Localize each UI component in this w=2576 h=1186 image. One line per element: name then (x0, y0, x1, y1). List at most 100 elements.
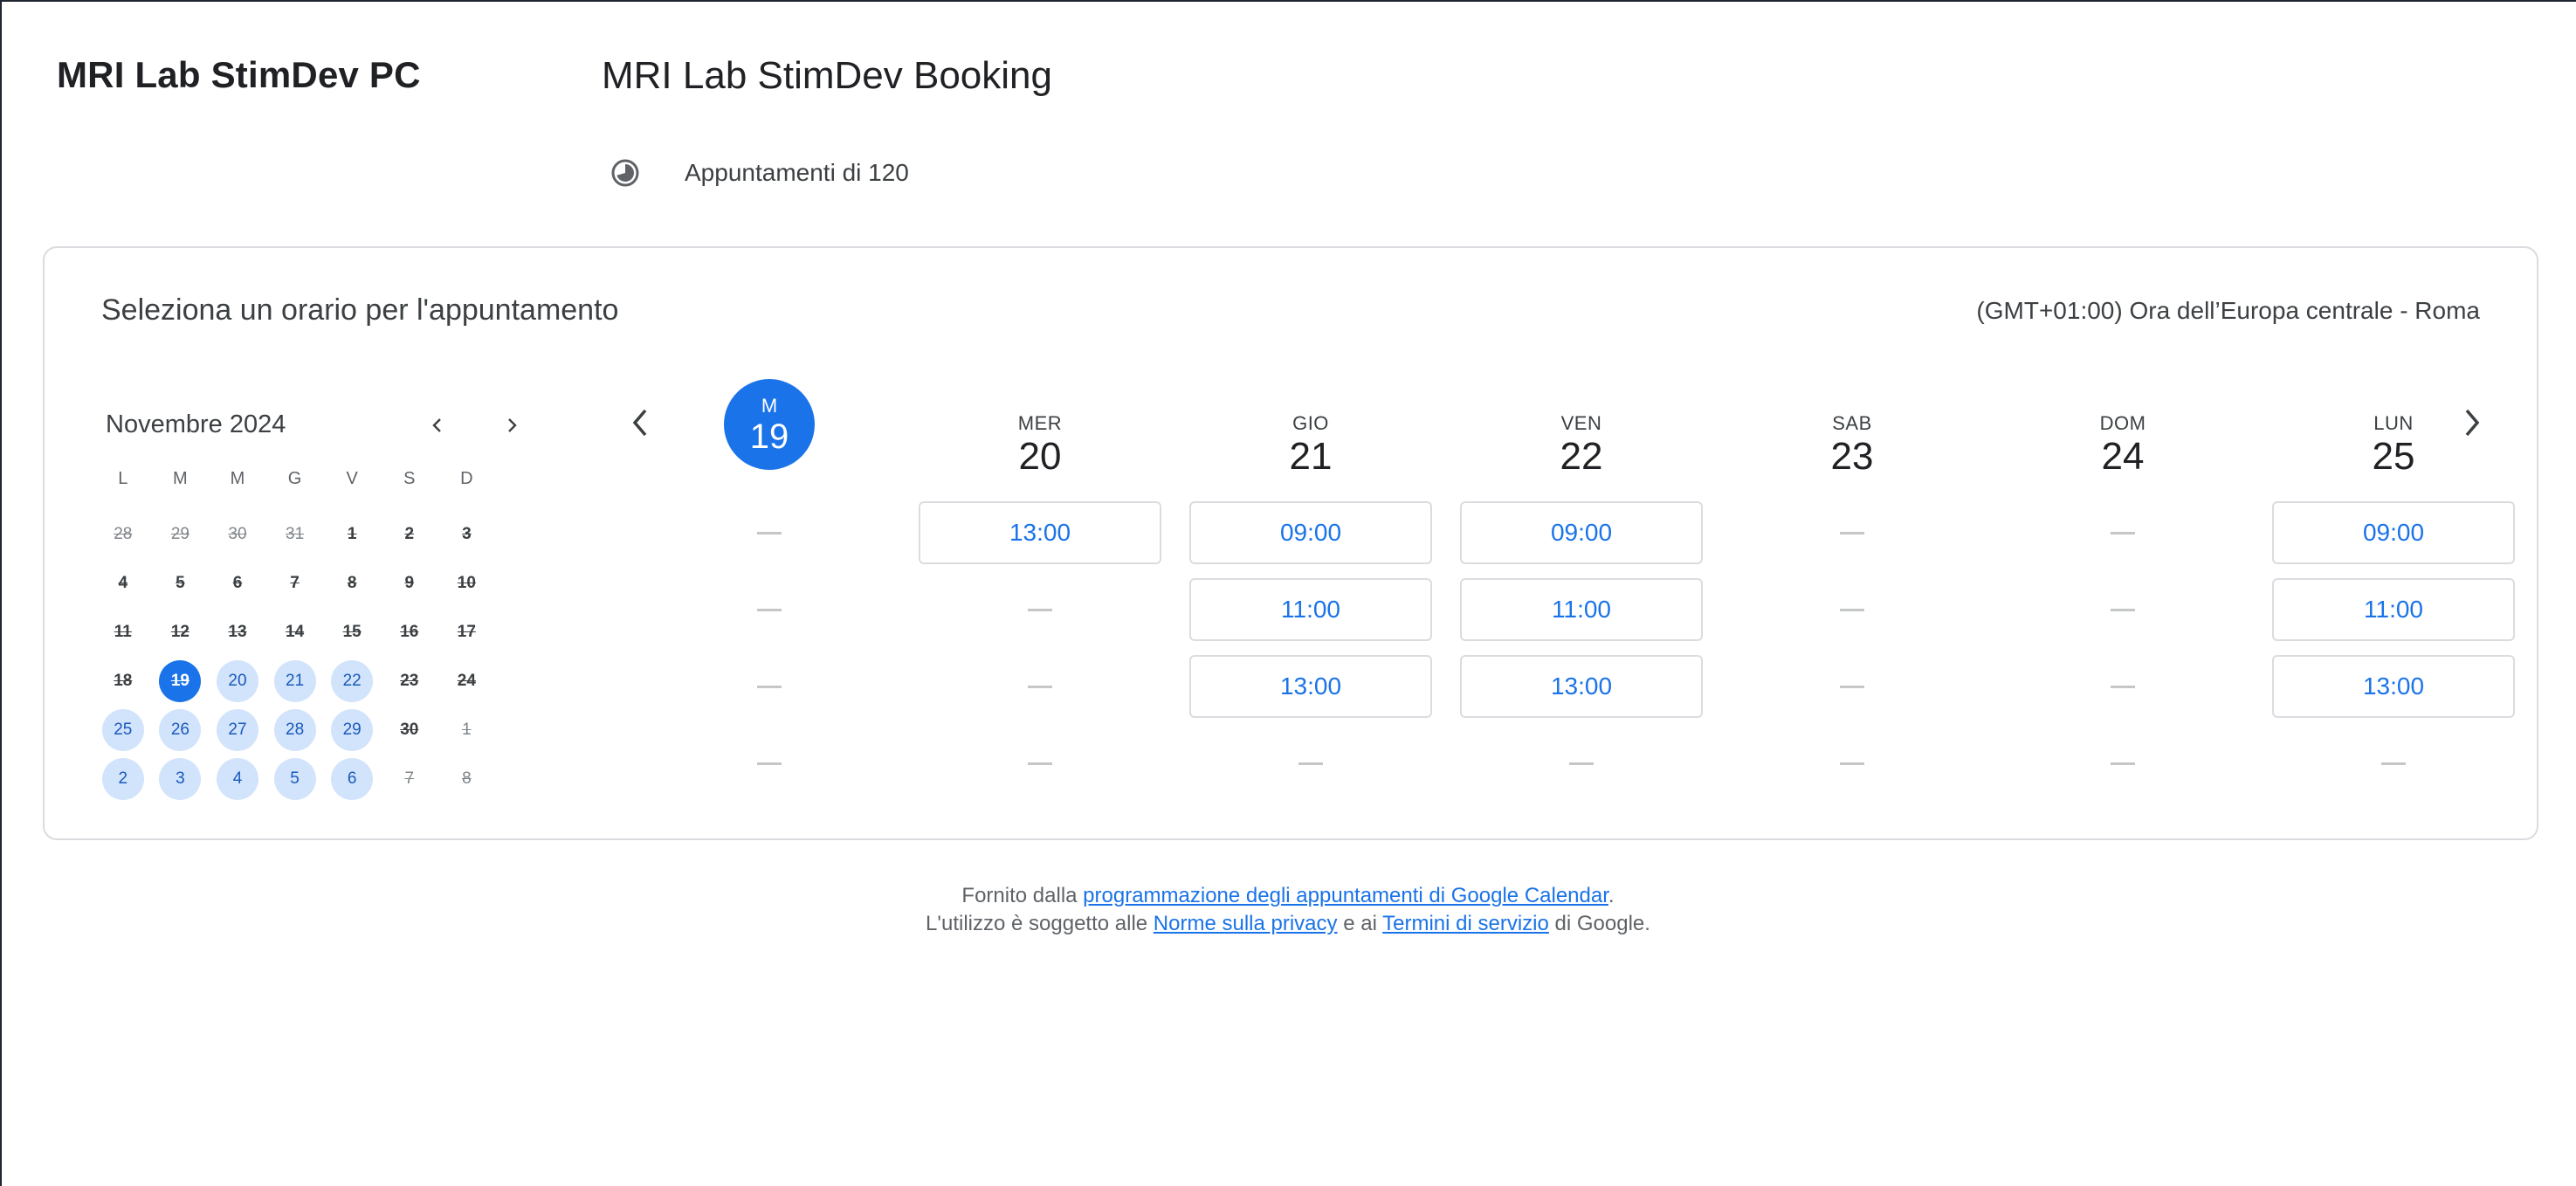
google-calendar-link[interactable]: programmazione degli appuntamenti di Goo… (1083, 884, 1608, 907)
footer-text: e ai (1337, 912, 1383, 935)
mini-calendar-day-number: 20 (216, 660, 258, 702)
slot-row (918, 648, 1162, 725)
mini-calendar-day[interactable]: 22 (323, 657, 381, 706)
day-header: M 19 (647, 379, 892, 493)
day-header: MER 20 (918, 379, 1162, 493)
mini-calendar-day[interactable]: 25 (94, 706, 152, 755)
time-slot-button[interactable]: 13:00 (1460, 655, 1703, 718)
mini-calendar-day[interactable]: 20 (209, 657, 266, 706)
mini-calendar-grid: L M M G V S D 28 29 30 31 1 2 3 4 5 6 7 8 9 10 11 12 13 14 15 16 17… (94, 461, 496, 803)
time-slot-button[interactable]: 09:00 (1460, 501, 1703, 564)
mini-calendar-day-number: 7 (404, 769, 415, 788)
mini-calendar-month: Novembre 2024 (106, 410, 286, 438)
mini-calendar-day[interactable]: 26 (152, 706, 210, 755)
slot-row: 11:00 (1188, 571, 1433, 648)
time-slot-button[interactable]: 13:00 (2272, 655, 2515, 718)
no-slot-dash (1840, 531, 1864, 534)
mini-calendar-day[interactable]: 6 (323, 755, 381, 803)
time-slot-button[interactable]: 09:00 (2272, 501, 2515, 564)
mini-calendar-day[interactable]: 5 (266, 755, 324, 803)
day-date: 25 (2372, 435, 2415, 478)
mini-calendar-day: 8 (438, 755, 496, 803)
mini-calendar-day[interactable]: 27 (209, 706, 266, 755)
day-of-week: SAB (1832, 412, 1872, 434)
duration-text: Appuntamenti di 120 (685, 159, 909, 186)
day-of-week: VEN (1560, 412, 1602, 434)
slot-row: 09:00 (1459, 494, 1704, 571)
mini-calendar-header: Novembre 2024 (106, 403, 534, 447)
time-slot-button[interactable]: 11:00 (1460, 578, 1703, 641)
mini-calendar-day-number: 30 (228, 525, 247, 543)
mini-calendar-day-number: 24 (457, 672, 476, 690)
mini-calendar-day-number: 5 (273, 758, 316, 800)
time-slot-button[interactable]: 11:00 (2272, 578, 2515, 641)
mini-calendar-day[interactable]: 29 (323, 706, 381, 755)
time-slot-button[interactable]: 11:00 (1189, 578, 1432, 641)
day-date: 19 (749, 417, 789, 456)
mini-calendar-day-number: 29 (170, 525, 189, 543)
mini-calendar-day: 29 (152, 510, 210, 559)
mini-calendar-day: 24 (438, 657, 496, 706)
mini-calendar-day[interactable]: 19 (152, 657, 210, 706)
mini-calendar-day-number: 4 (216, 758, 258, 800)
timezone-selector[interactable]: (GMT+01:00) Ora dell’Europa centrale - R… (1976, 297, 2480, 325)
mini-calendar-day[interactable]: 21 (266, 657, 324, 706)
mini-calendar-day: 17 (438, 608, 496, 657)
no-slot-dash (757, 762, 782, 765)
weekday-label: D (460, 468, 473, 488)
mini-calendar-day[interactable]: 2 (94, 755, 152, 803)
day-header: VEN 22 (1459, 379, 1704, 493)
slot-row (1730, 494, 1974, 571)
slot-row: 09:00 (1188, 494, 1433, 571)
mini-calendar-day-number: 28 (273, 709, 316, 751)
mini-calendar-day[interactable]: 28 (266, 706, 324, 755)
slot-row (1730, 571, 1974, 648)
mini-calendar-day[interactable]: 3 (152, 755, 210, 803)
privacy-link[interactable]: Norme sulla privacy (1154, 912, 1338, 935)
booking-title: MRI Lab StimDev Booking (602, 54, 1052, 97)
mini-calendar-day-number: 1 (462, 721, 472, 739)
chevron-right-icon (508, 418, 517, 432)
mini-calendar-day-number: 3 (462, 525, 472, 543)
mini-calendar-day: 7 (266, 559, 324, 608)
day-of-week: LUN (2373, 412, 2414, 434)
time-slot-button[interactable]: 13:00 (919, 501, 1161, 564)
mini-calendar-prev-button[interactable] (416, 403, 459, 447)
mini-calendar-day: 16 (381, 608, 438, 657)
no-slot-dash (1840, 762, 1864, 765)
mini-calendar-day-number: 25 (101, 709, 144, 751)
mini-calendar-day[interactable]: 4 (209, 755, 266, 803)
slot-list: 13:00 (918, 494, 1162, 802)
no-slot-dash (1028, 608, 1052, 611)
day-column: GIO 21 09:00 11:00 13:00 (1188, 379, 1433, 765)
mini-calendar-day: 5 (152, 559, 210, 608)
slot-row: 13:00 (2271, 648, 2516, 725)
no-slot-dash (1840, 608, 1864, 611)
day-column: MER 20 13:00 (918, 379, 1162, 765)
mini-calendar-day: 13 (209, 608, 266, 657)
mini-calendar-day: 18 (94, 657, 152, 706)
footer-line-1: Fornito dalla programmazione degli appun… (0, 882, 2576, 910)
day-of-week: M (761, 395, 778, 417)
app-title: MRI Lab StimDev PC (57, 54, 421, 95)
slot-row (918, 571, 1162, 648)
slot-row (647, 494, 892, 571)
slot-row (2001, 725, 2245, 802)
mini-calendar-day: 11 (94, 608, 152, 657)
mini-calendar-day: 30 (209, 510, 266, 559)
mini-calendar-day-number: 16 (400, 623, 419, 641)
time-slot-button[interactable]: 09:00 (1189, 501, 1432, 564)
mini-calendar-day-number: 6 (232, 574, 243, 592)
no-slot-dash (757, 531, 782, 534)
slot-list: 09:00 11:00 13:00 (1459, 494, 1704, 802)
no-slot-dash (2111, 685, 2135, 688)
mini-calendar-day: 31 (266, 510, 324, 559)
mini-calendar-day-number: 15 (342, 623, 362, 641)
terms-link[interactable]: Termini di servizio (1382, 912, 1549, 935)
mini-calendar-next-button[interactable] (490, 403, 534, 447)
day-column: SAB 23 (1730, 379, 1974, 765)
footer-text: di Google. (1548, 912, 1650, 935)
time-slot-button[interactable]: 13:00 (1189, 655, 1432, 718)
weekday-label: M (173, 468, 188, 488)
mini-calendar-day: 12 (152, 608, 210, 657)
